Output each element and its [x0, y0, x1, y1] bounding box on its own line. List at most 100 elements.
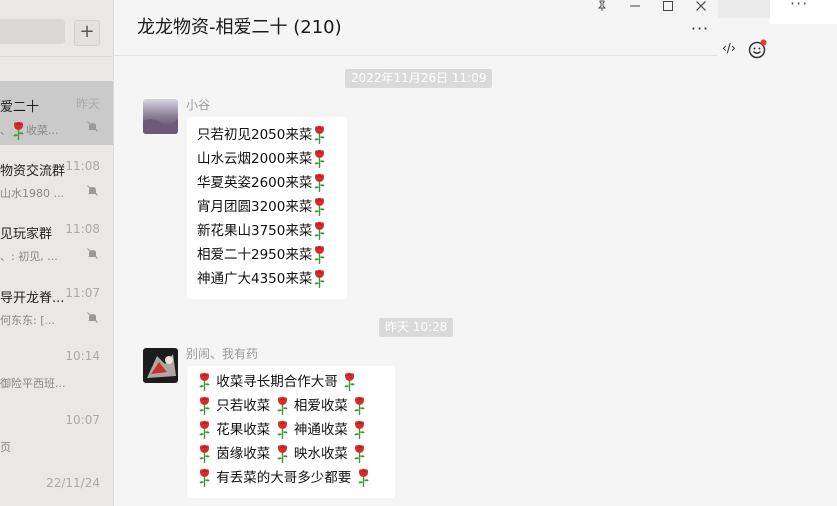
chat-panel: 龙龙物资-相爱二十 (210) ··· 2022年11月26日 11:09 小谷… [114, 0, 717, 506]
message-line: 收菜寻长期合作大哥 [197, 370, 357, 394]
rose-emoji-icon [199, 420, 210, 439]
emoji-icon[interactable] [748, 39, 768, 59]
rose-emoji-icon [277, 444, 288, 463]
message-text: 映水收菜 [289, 446, 353, 462]
message-line: 新花果山3750来菜 [197, 219, 327, 243]
conversation-item[interactable]: 物资交流群 11:08 山水1980 ... [0, 145, 113, 209]
rose-emoji-icon [13, 121, 24, 140]
rose-emoji-icon [354, 444, 365, 463]
message-text: 只若初见2050来菜 [197, 127, 313, 143]
chat-title: 龙龙物资-相爱二十 (210) [137, 17, 342, 38]
sender-name: 别闹、我有药 [186, 347, 259, 361]
rose-emoji-icon [354, 396, 365, 415]
close-icon[interactable] [691, 0, 711, 16]
rose-emoji-icon [277, 420, 288, 439]
sidebar-divider [0, 56, 113, 57]
conversation-preview: 、: 初见, ... [0, 250, 58, 263]
conversation-time: 22/11/24 [46, 476, 100, 490]
conversation-title: 见玩家群 [0, 227, 53, 242]
message-bubble[interactable]: 收菜寻长期合作大哥 只若收菜 相爱收菜 花果收菜 神通收菜 茵缘收菜 映水收菜 … [187, 366, 395, 498]
conversation-preview: 御险平西班... [0, 377, 66, 390]
message-text: 宵月团圆3200来菜 [197, 199, 313, 215]
rose-emoji-icon [314, 245, 325, 264]
message-line: 花果收菜 神通收菜 [197, 418, 367, 442]
rose-emoji-icon [199, 372, 210, 391]
sender-name: 小谷 [186, 98, 211, 112]
rose-emoji-icon [277, 396, 288, 415]
conversation-preview: 、收菜... [0, 121, 70, 141]
conversation-time: 11:08 [65, 158, 100, 173]
rose-emoji-icon [314, 125, 325, 144]
message-bubble[interactable]: 只若初见2050来菜 山水云烟2000来菜 华夏英姿2600来菜 宵月团圆3200来菜… [187, 117, 347, 299]
conversation-time: 昨天 [75, 97, 100, 111]
conversation-preview: 页 [0, 440, 11, 454]
more-icon[interactable]: ··· [790, 0, 808, 13]
conversation-title: 导开龙脊... [0, 290, 65, 306]
message-line: 有丢菜的大哥多少都要 [197, 466, 371, 490]
message-line: 宵月团圆3200来菜 [197, 195, 327, 219]
mute-bell-icon [87, 121, 98, 132]
message-line: 只若收菜 相爱收菜 [197, 394, 367, 418]
rose-emoji-icon [314, 269, 325, 288]
message-line: 华夏英姿2600来菜 [197, 171, 327, 195]
conversation-preview: 何东东: [... [0, 313, 55, 327]
rose-emoji-icon [199, 468, 210, 487]
message-text: 山水云烟2000来菜 [197, 151, 313, 167]
conversation-item[interactable]: 见玩家群 11:08 、: 初见, ... [0, 208, 113, 272]
avatar[interactable] [143, 99, 178, 134]
more-options-button[interactable]: ··· [689, 21, 711, 40]
conversation-title: 物资交流群 [0, 163, 66, 179]
message-text: 神通广大4350来菜 [197, 271, 313, 287]
mute-bell-icon [87, 248, 98, 259]
conversation-item[interactable]: 22/11/24 [0, 462, 113, 506]
rose-emoji-icon [199, 396, 210, 415]
conversation-time: 11:08 [65, 222, 100, 236]
rose-emoji-icon [314, 149, 325, 168]
conversation-item[interactable]: 导开龙脊... 11:07 何东东: [... [0, 272, 113, 336]
message-timestamp: 昨天 10:28 [379, 318, 454, 337]
message-text: 神通收菜 [289, 422, 353, 438]
rose-emoji-icon [344, 372, 355, 391]
minimize-icon[interactable] [625, 0, 645, 16]
search-input[interactable] [0, 19, 65, 44]
maximize-icon[interactable] [658, 0, 678, 16]
message-text: 华夏英姿2600来菜 [197, 175, 313, 191]
mute-bell-icon [87, 184, 98, 196]
rose-emoji-icon [358, 468, 369, 487]
rose-emoji-icon [314, 173, 325, 192]
message-line: 山水云烟2000来菜 [197, 147, 327, 171]
rose-emoji-icon [354, 420, 365, 439]
conversation-preview: 山水1980 ... [0, 186, 64, 200]
conversation-title: 爱二十 [0, 100, 40, 115]
message-text: 茵缘收菜 [212, 446, 275, 462]
message-text: 相爱收菜 [289, 398, 353, 414]
mute-bell-icon [87, 311, 98, 323]
message-line: 神通广大4350来菜 [197, 267, 327, 291]
message-line: 相爱二十2950来菜 [197, 243, 327, 267]
conversation-item[interactable]: 爱二十 昨天、收菜... [0, 81, 113, 145]
message-line: 只若初见2050来菜 [197, 123, 327, 147]
rose-emoji-icon [199, 444, 210, 463]
message-line: 茵缘收菜 映水收菜 [197, 442, 367, 466]
message-text: 花果收菜 [212, 422, 275, 438]
conversation-time: 10:07 [65, 412, 100, 427]
conversation-time: 10:14 [65, 349, 100, 363]
rose-emoji-icon [314, 221, 325, 240]
right-panel: ··· ‹/› [718, 0, 837, 506]
add-button[interactable]: + [74, 20, 100, 46]
chat-header: 龙龙物资-相爱二十 (210) ··· [114, 0, 717, 56]
message-text: 有丢菜的大哥多少都要 [212, 470, 356, 486]
rose-emoji-icon [314, 197, 325, 216]
conversation-sidebar: + 爱二十 昨天、收菜... 物资交流群 11:08 山水1980 ... 见玩家群 11:… [0, 0, 114, 506]
message-timestamp: 2022年11月26日 11:09 [345, 69, 493, 88]
message-text: 相爱二十2950来菜 [197, 247, 313, 263]
message-text: 收菜寻长期合作大哥 [212, 374, 343, 390]
pin-icon[interactable] [592, 0, 612, 16]
code-icon[interactable]: ‹/› [722, 41, 736, 55]
conversation-time: 11:07 [65, 285, 100, 300]
avatar[interactable] [143, 348, 178, 383]
conversation-item[interactable]: 10:07 页 [0, 399, 113, 463]
conversation-item[interactable]: 10:14 御险平西班... [0, 335, 113, 399]
right-top-area [718, 0, 770, 18]
right-top-area-white: ··· [770, 0, 837, 24]
